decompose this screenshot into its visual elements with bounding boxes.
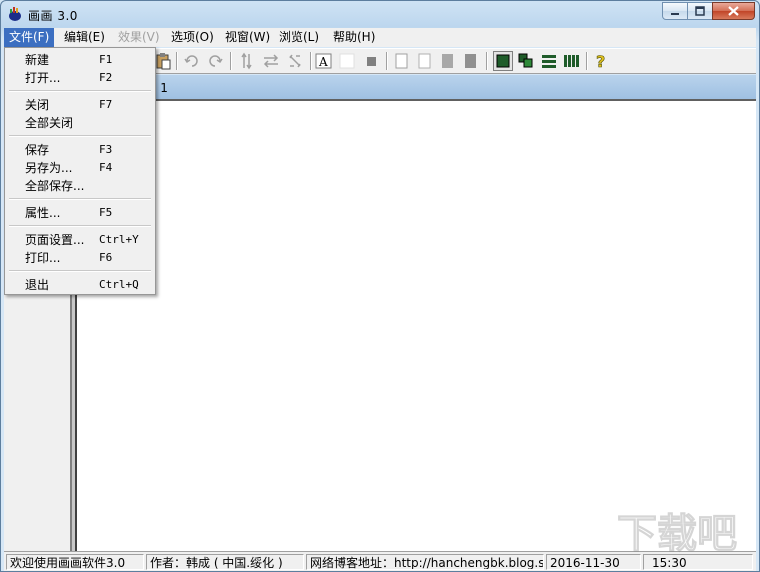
menu-bar: 文件(F) 编辑(E) 效果(V) 选项(O) 视窗(W) 浏览(L) 帮助(H…	[4, 28, 756, 47]
menu-help[interactable]: 帮助(H)	[328, 28, 380, 47]
menu-item-print[interactable]: 打印... F6	[7, 249, 153, 267]
app-window: 画画 3.0 文件(F) 编辑(E) 效果(V) 选项(O) 视窗(W) 浏览(…	[0, 0, 760, 572]
swap-horizontal-icon[interactable]	[262, 52, 280, 70]
svg-text:A: A	[318, 55, 328, 69]
menu-item-open[interactable]: 打开... F2	[7, 69, 153, 87]
menu-separator	[9, 135, 151, 137]
menu-item-save-as[interactable]: 另存为... F4	[7, 159, 153, 177]
redo-icon[interactable]	[206, 52, 224, 70]
menu-item-properties[interactable]: 属性... F5	[7, 204, 153, 222]
document-title-bar[interactable]: e 1	[77, 75, 756, 101]
text-icon[interactable]: A	[315, 52, 333, 70]
menu-item-label: 页面设置...	[25, 233, 85, 247]
toolbar-separator	[310, 52, 312, 70]
single-view-button[interactable]	[493, 51, 513, 71]
minimize-icon	[671, 13, 679, 15]
close-icon	[728, 6, 739, 16]
app-logo-icon	[9, 7, 21, 21]
undo-icon[interactable]	[183, 52, 201, 70]
menu-item-label: 打印...	[25, 251, 61, 265]
menu-item-shortcut: F6	[99, 251, 113, 264]
close-button[interactable]	[712, 2, 755, 20]
cascade-icon[interactable]	[517, 52, 535, 70]
menu-item-shortcut: Ctrl+Y	[99, 233, 139, 246]
maximize-icon	[695, 6, 705, 16]
menu-item-shortcut: F3	[99, 143, 113, 156]
menu-item-new[interactable]: 新建 F1	[7, 51, 153, 69]
menu-file[interactable]: 文件(F)	[4, 28, 55, 47]
menu-item-label: 退出	[25, 278, 50, 292]
help-icon[interactable]: ?	[592, 52, 610, 70]
status-welcome: 欢迎使用画画软件3.0	[6, 554, 144, 570]
tile-horizontal-icon[interactable]	[540, 52, 558, 70]
toolbar-separator	[230, 52, 232, 70]
menu-item-save[interactable]: 保存 F3	[7, 141, 153, 159]
menu-separator	[9, 90, 151, 92]
status-author: 作者：韩成 ( 中国.绥化 )	[146, 554, 304, 570]
frame-gray-icon[interactable]	[439, 52, 457, 70]
tile-vertical-icon[interactable]	[563, 52, 581, 70]
menu-item-save-all[interactable]: 全部保存...	[7, 177, 153, 195]
gray-fill-icon[interactable]	[362, 52, 380, 70]
frame-dark-icon[interactable]	[462, 52, 480, 70]
menu-options[interactable]: 选项(O)	[166, 28, 219, 47]
menu-browse[interactable]: 浏览(L)	[274, 28, 324, 47]
watermark-logo: 下载吧	[617, 511, 738, 558]
toolbar-separator	[486, 52, 488, 70]
single-view-icon	[496, 54, 510, 68]
menu-item-shortcut: F1	[99, 53, 113, 66]
frame-light-icon[interactable]	[416, 52, 434, 70]
menu-item-page-setup[interactable]: 页面设置... Ctrl+Y	[7, 231, 153, 249]
menu-item-label: 新建	[25, 53, 50, 67]
menu-item-label: 关闭	[25, 98, 50, 112]
window-title: 画画 3.0	[28, 9, 78, 23]
document-area[interactable]: e 1	[75, 75, 756, 551]
menu-separator	[9, 225, 151, 227]
rotate-icon[interactable]	[286, 52, 304, 70]
minimize-button[interactable]	[662, 2, 688, 20]
menu-item-close[interactable]: 关闭 F7	[7, 96, 153, 114]
status-blog: 网络博客地址：http://hanchengbk.blog.sc	[306, 554, 544, 570]
file-menu-dropdown: 新建 F1 打开... F2 关闭 F7 全部关闭 保存 F3 另存为... F4 全部保…	[4, 47, 156, 295]
menu-item-shortcut: F7	[99, 98, 113, 111]
maximize-button[interactable]	[687, 2, 713, 20]
white-fill-icon[interactable]	[338, 52, 356, 70]
menu-item-label: 全部保存...	[25, 179, 85, 193]
menu-item-exit[interactable]: 退出 Ctrl+Q	[7, 276, 153, 294]
flip-vertical-icon[interactable]	[238, 52, 256, 70]
menu-item-shortcut: Ctrl+Q	[99, 278, 139, 291]
toolbar-separator	[176, 52, 178, 70]
menu-item-label: 全部关闭	[25, 116, 74, 130]
toolbar-separator	[386, 52, 388, 70]
menu-item-shortcut: F5	[99, 206, 113, 219]
menu-edit[interactable]: 编辑(E)	[59, 28, 110, 47]
menu-item-close-all[interactable]: 全部关闭	[7, 114, 153, 132]
menu-item-label: 另存为...	[25, 161, 73, 175]
frame-outline-icon[interactable]	[393, 52, 411, 70]
menu-item-label: 属性...	[25, 206, 61, 220]
toolbar-separator	[586, 52, 588, 70]
menu-item-shortcut: F4	[99, 161, 113, 174]
paste-icon[interactable]	[154, 52, 172, 70]
menu-effects[interactable]: 效果(V)	[113, 28, 165, 47]
menu-item-label: 打开...	[25, 71, 61, 85]
svg-text:下载吧: 下载吧	[617, 511, 737, 557]
menu-separator	[9, 198, 151, 200]
svg-text:?: ?	[596, 52, 605, 70]
menu-item-label: 保存	[25, 143, 50, 157]
menu-item-shortcut: F2	[99, 71, 113, 84]
menu-window[interactable]: 视窗(W)	[220, 28, 275, 47]
title-bar[interactable]: 画画 3.0	[1, 1, 759, 27]
menu-separator	[9, 270, 151, 272]
